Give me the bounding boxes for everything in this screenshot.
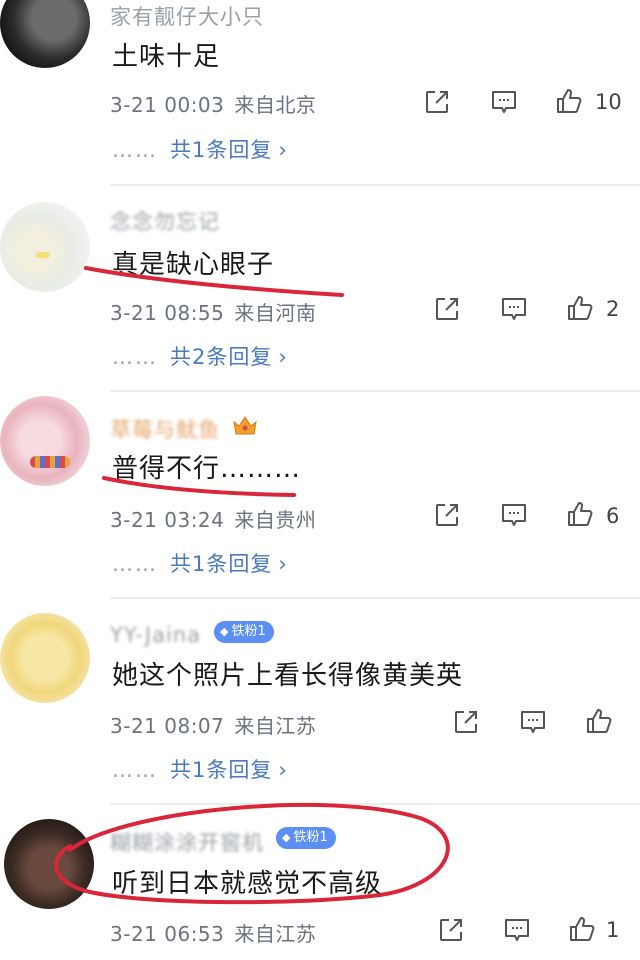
view-replies-link[interactable]: …… 共1条回复 ›: [112, 134, 287, 164]
share-icon[interactable]: [422, 87, 452, 117]
chevron-right-icon: ›: [278, 345, 287, 369]
comment-item: 家有靓仔大小只 土味十足 3-21 00:03 来自北京 10 …… 共1条回复 ›: [0, 0, 640, 186]
avatar[interactable]: [4, 819, 94, 909]
username[interactable]: 念念勿忘记: [110, 206, 220, 236]
chevron-right-icon: ›: [278, 552, 287, 576]
comment-text: 土味十足: [112, 42, 221, 72]
comment-location: 来自贵州: [234, 508, 317, 532]
reply-dots: ……: [112, 758, 158, 782]
comment-location: 来自江苏: [234, 714, 317, 738]
reply-dots: ……: [112, 552, 158, 576]
view-replies-link[interactable]: …… 共1条回复 ›: [112, 754, 287, 784]
avatar[interactable]: [0, 202, 90, 292]
thumbs-up-icon[interactable]: [567, 914, 597, 944]
share-icon[interactable]: [451, 707, 481, 737]
reply-count[interactable]: 共1条回复: [170, 758, 272, 782]
comment-meta: 3-21 03:24 来自贵州: [110, 504, 316, 533]
comment-time: 3-21 08:07: [110, 714, 225, 738]
reply-count[interactable]: 共1条回复: [170, 552, 272, 576]
comment-text: 普得不行………: [112, 454, 302, 484]
comment-icon[interactable]: [502, 915, 532, 945]
username[interactable]: 草莓与鱿鱼: [110, 414, 220, 444]
thumbs-up-icon[interactable]: [565, 293, 595, 323]
like-count: 6: [606, 504, 620, 528]
comment-icon[interactable]: [518, 707, 548, 737]
comment-meta: 3-21 06:53 来自江苏: [110, 918, 316, 947]
username[interactable]: YY-Jaina: [110, 623, 201, 647]
comment-meta: 3-21 00:03 来自北京: [110, 89, 316, 118]
chevron-right-icon: ›: [278, 138, 287, 162]
username[interactable]: 糊糊涂涂开窖机: [110, 827, 264, 857]
comment-text: 听到日本就感觉不高级: [112, 869, 383, 899]
fan-badge: ◆ 铁粉1: [214, 621, 274, 643]
comment-time: 3-21 06:53: [110, 922, 225, 946]
fan-badge-label: 铁粉1: [293, 830, 328, 845]
share-icon[interactable]: [436, 915, 466, 945]
like-count: 2: [606, 297, 620, 321]
comment-icon[interactable]: [499, 500, 529, 530]
username[interactable]: 家有靓仔大小只: [110, 1, 264, 31]
comment-location: 来自北京: [234, 93, 317, 117]
reply-dots: ……: [112, 138, 158, 162]
comment-icon[interactable]: [499, 294, 529, 324]
chevron-right-icon: ›: [278, 758, 287, 782]
reply-dots: ……: [112, 345, 158, 369]
avatar[interactable]: [0, 396, 90, 486]
view-replies-link[interactable]: …… 共2条回复 ›: [112, 341, 287, 371]
fan-badge-label: 铁粉1: [231, 624, 266, 639]
view-replies-link[interactable]: …… 共1条回复 ›: [112, 548, 287, 578]
like-count: 10: [595, 90, 622, 114]
like-count: 1: [606, 918, 620, 942]
comment-meta: 3-21 08:07 来自江苏: [110, 710, 316, 739]
thumbs-up-icon[interactable]: [584, 706, 614, 736]
avatar[interactable]: [0, 0, 90, 68]
comment-meta: 3-21 08:55 来自河南: [110, 297, 316, 326]
diamond-icon: ◆: [282, 831, 291, 844]
comment-item: 糊糊涂涂开窖机 ◆ 铁粉1 听到日本就感觉不高级 3-21 06:53 来自江苏 1: [0, 805, 640, 960]
comment-text: 她这个照片上看长得像黄美英: [112, 661, 464, 691]
comment-time: 3-21 00:03: [110, 93, 225, 117]
share-icon[interactable]: [432, 500, 462, 530]
comment-location: 来自江苏: [234, 922, 317, 946]
thumbs-up-icon[interactable]: [565, 499, 595, 529]
comment-item: 草莓与鱿鱼 普得不行……… 3-21 03:24 来自贵州 6 …… 共1条回复 ›: [0, 392, 640, 598]
comment-text: 真是缺心眼子: [112, 250, 275, 280]
comment-location: 来自河南: [234, 301, 317, 325]
thumbs-up-icon[interactable]: [554, 86, 584, 116]
crown-icon: [232, 414, 258, 436]
diamond-icon: ◆: [220, 625, 229, 638]
comment-time: 3-21 08:55: [110, 301, 225, 325]
fan-badge: ◆ 铁粉1: [276, 827, 336, 849]
comment-item: YY-Jaina ◆ 铁粉1 她这个照片上看长得像黄美英 3-21 08:07 来自…: [0, 599, 640, 805]
avatar[interactable]: [0, 613, 90, 703]
reply-count[interactable]: 共2条回复: [170, 345, 272, 369]
share-icon[interactable]: [432, 294, 462, 324]
comment-time: 3-21 03:24: [110, 508, 225, 532]
comment-item: 念念勿忘记 真是缺心眼子 3-21 08:55 来自河南 2 …… 共2条回复 ›: [0, 186, 640, 392]
reply-count[interactable]: 共1条回复: [170, 138, 272, 162]
comment-icon[interactable]: [489, 87, 519, 117]
